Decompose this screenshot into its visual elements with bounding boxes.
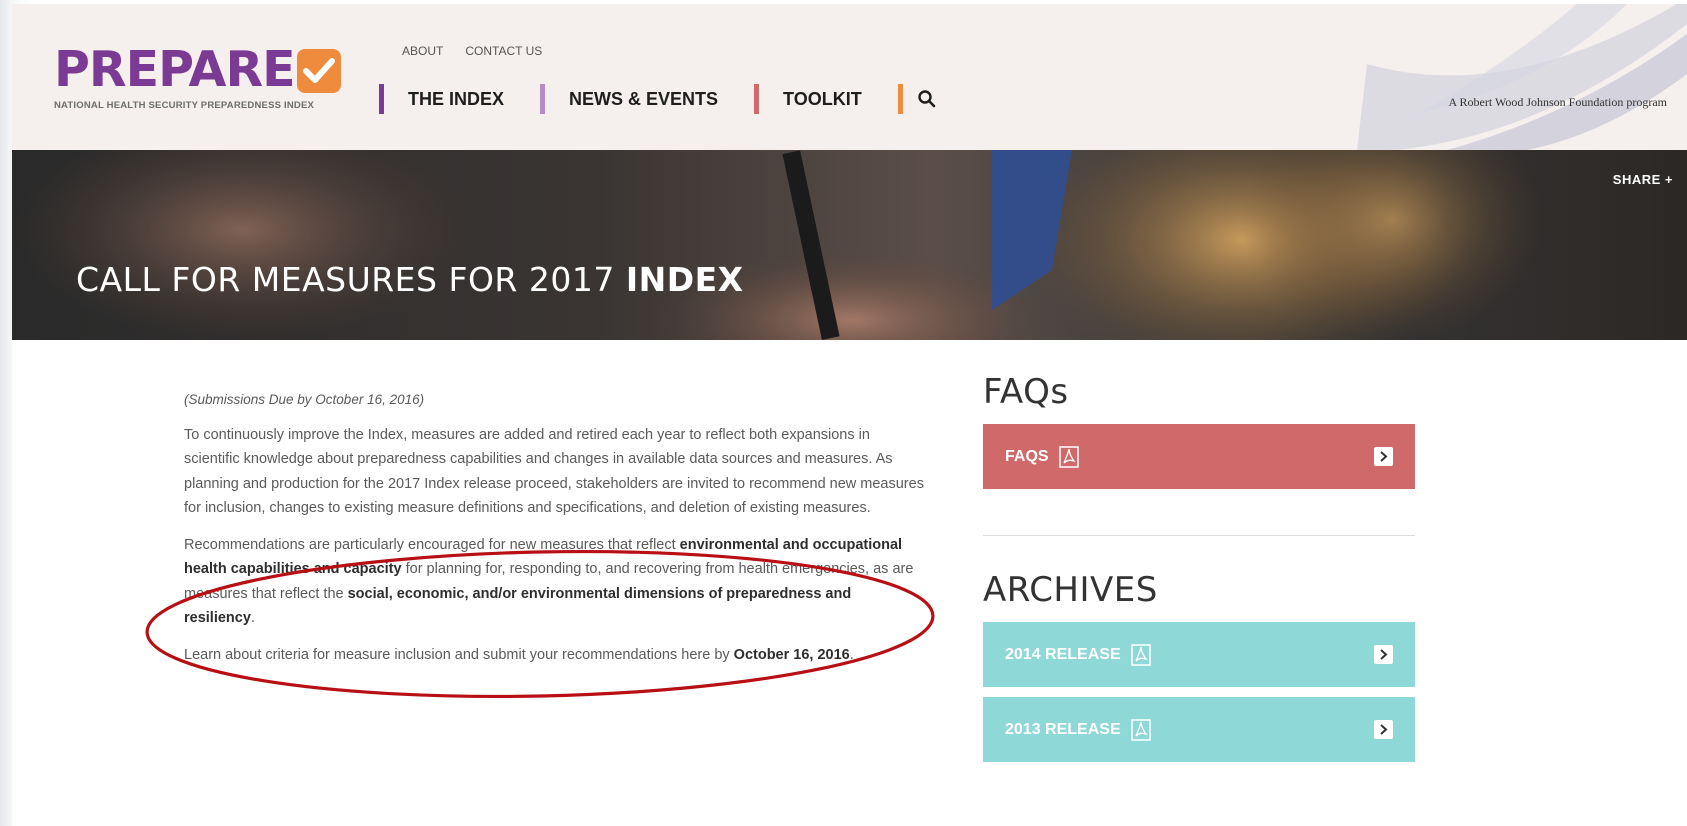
intro-paragraph: To continuously improve the Index, measu… xyxy=(184,426,924,517)
faqs-panel[interactable]: FAQS xyxy=(983,424,1415,489)
nav-the-index[interactable]: THE INDEX xyxy=(379,84,504,114)
nav-toolkit[interactable]: TOOLKIT xyxy=(754,84,862,114)
archives-heading: ARCHIVES xyxy=(983,570,1158,610)
main-nav: THE INDEX NEWS & EVENTS TOOLKIT xyxy=(379,84,973,114)
chevron-right-icon xyxy=(1374,447,1393,466)
contact-us-link[interactable]: CONTACT US xyxy=(465,44,542,58)
logo-subtitle: NATIONAL HEALTH SECURITY PREPAREDNESS IN… xyxy=(54,100,315,111)
hero-banner: SHARE + CALL FOR MEASURES FOR 2017 INDEX xyxy=(12,150,1687,340)
archive-2013-text: 2013 RELEASE xyxy=(1005,720,1121,738)
faqs-heading: FAQs xyxy=(983,372,1069,412)
site-header: PREPARE NATIONAL HEALTH SECURITY PREPARE… xyxy=(12,4,1687,150)
nav-news-events[interactable]: NEWS & EVENTS xyxy=(540,84,718,114)
about-link[interactable]: ABOUT xyxy=(402,44,443,58)
search-icon xyxy=(918,90,936,108)
archive-2014-text: 2014 RELEASE xyxy=(1005,645,1121,663)
search-button[interactable] xyxy=(897,84,937,114)
checkmark-icon xyxy=(296,49,341,93)
chevron-right-icon xyxy=(1374,720,1393,739)
logo-text: PREPARE xyxy=(54,41,296,98)
utility-nav: ABOUT CONTACT US xyxy=(402,44,542,58)
pdf-icon xyxy=(1130,643,1151,666)
archive-2013-label: 2013 RELEASE xyxy=(1005,718,1151,741)
chevron-right-icon xyxy=(1374,645,1393,664)
submission-deadline: (Submissions Due by October 16, 2016) xyxy=(184,392,425,407)
annotation-oval xyxy=(145,549,935,699)
pdf-icon xyxy=(1058,445,1079,468)
rwjf-tagline: A Robert Wood Johnson Foundation program xyxy=(1448,95,1667,109)
logo-word: PREPARE xyxy=(54,44,341,96)
archive-2013-panel[interactable]: 2013 RELEASE xyxy=(983,697,1415,762)
page-title-light: CALL FOR MEASURES FOR 2017 xyxy=(76,260,626,299)
faqs-label: FAQS xyxy=(1005,445,1079,468)
logo[interactable]: PREPARE NATIONAL HEALTH SECURITY PREPARE… xyxy=(54,44,341,111)
share-button[interactable]: SHARE + xyxy=(1613,172,1673,187)
sidebar: FAQs FAQS ARCHIVES 2014 RELEASE 2013 REL… xyxy=(983,372,1415,762)
faqs-label-text: FAQS xyxy=(1005,447,1049,465)
page: PREPARE NATIONAL HEALTH SECURITY PREPARE… xyxy=(12,4,1687,826)
page-title: CALL FOR MEASURES FOR 2017 INDEX xyxy=(76,260,744,299)
divider xyxy=(983,535,1415,536)
pdf-icon xyxy=(1130,718,1151,741)
hero-photo xyxy=(12,150,1687,340)
page-title-bold: INDEX xyxy=(625,260,744,299)
archive-2014-panel[interactable]: 2014 RELEASE xyxy=(983,622,1415,687)
wing-graphic-icon xyxy=(1357,4,1687,150)
archive-2014-label: 2014 RELEASE xyxy=(1005,643,1151,666)
